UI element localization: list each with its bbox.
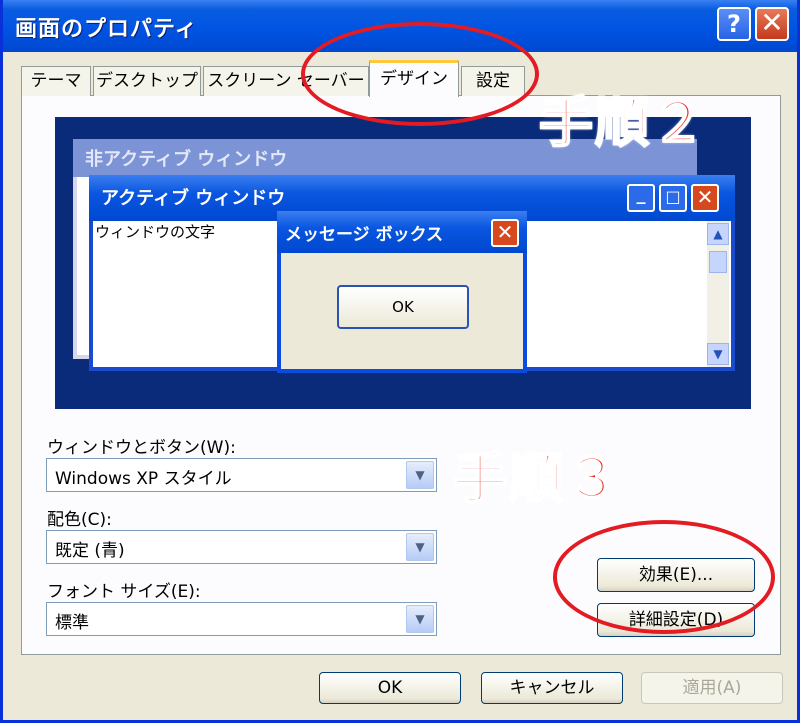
close-icon: ✕ — [491, 219, 519, 247]
preview-scrollbar: ▲ ▼ — [707, 221, 729, 367]
apply-button[interactable]: 適用(A) — [641, 672, 783, 704]
message-box-title: メッセージ ボックス — [285, 225, 444, 245]
color-scheme-label: 配色(C): — [47, 510, 112, 530]
font-size-select[interactable]: 標準 ▼ — [46, 602, 437, 636]
inactive-window-title: 非アクティブ ウィンドウ — [85, 149, 288, 170]
tab-desktop[interactable]: デスクトップ — [93, 66, 201, 96]
help-button[interactable]: ? — [717, 7, 751, 41]
window-buttons-label: ウィンドウとボタン(W): — [47, 438, 236, 458]
window-buttons-value: Windows XP スタイル — [55, 469, 232, 489]
window-title: 画面のプロパティ — [15, 17, 198, 42]
scroll-down-icon: ▼ — [707, 343, 729, 365]
tab-theme[interactable]: テーマ — [21, 66, 91, 96]
message-box-ok-button: OK — [337, 285, 469, 329]
message-box-preview: メッセージ ボックス ✕ OK — [277, 211, 527, 373]
appearance-preview: 非アクティブ ウィンドウ アクティブ ウィンドウ _ □ ✕ ウィンドウの文字 … — [55, 117, 751, 409]
chevron-down-icon[interactable]: ▼ — [406, 605, 434, 633]
message-box-titlebar: メッセージ ボックス ✕ — [277, 211, 527, 253]
close-icon: ✕ — [691, 184, 719, 212]
display-properties-dialog: 画面のプロパティ ? ✕ テーマ デスクトップ スクリーン セーバー デザイン … — [0, 0, 800, 723]
active-window-title: アクティブ ウィンドウ — [101, 188, 286, 209]
scroll-thumb — [709, 251, 727, 273]
step2-annotation: 手順２ — [538, 91, 707, 154]
scroll-up-icon: ▲ — [707, 223, 729, 245]
close-icon: ✕ — [760, 6, 784, 39]
window-buttons-select[interactable]: Windows XP スタイル ▼ — [46, 458, 437, 492]
help-icon: ? — [727, 10, 741, 38]
font-size-label: フォント サイズ(E): — [47, 582, 201, 602]
cancel-button[interactable]: キャンセル — [481, 672, 623, 704]
maximize-icon: □ — [659, 184, 687, 212]
tab-appearance[interactable]: デザイン — [369, 60, 459, 97]
close-button[interactable]: ✕ — [755, 7, 789, 41]
ok-button[interactable]: OK — [319, 672, 461, 704]
message-box-body: OK — [281, 253, 523, 369]
window-text-sample: ウィンドウの文字 — [95, 223, 216, 241]
color-scheme-value: 既定 (青) — [55, 541, 125, 561]
step3-annotation: 手順３ — [452, 447, 621, 510]
minimize-icon: _ — [627, 184, 655, 212]
chevron-down-icon[interactable]: ▼ — [406, 461, 434, 489]
chevron-down-icon[interactable]: ▼ — [406, 533, 434, 561]
color-scheme-select[interactable]: 既定 (青) ▼ — [46, 530, 437, 564]
font-size-value: 標準 — [55, 613, 89, 633]
step3-highlight-ring — [553, 520, 775, 634]
